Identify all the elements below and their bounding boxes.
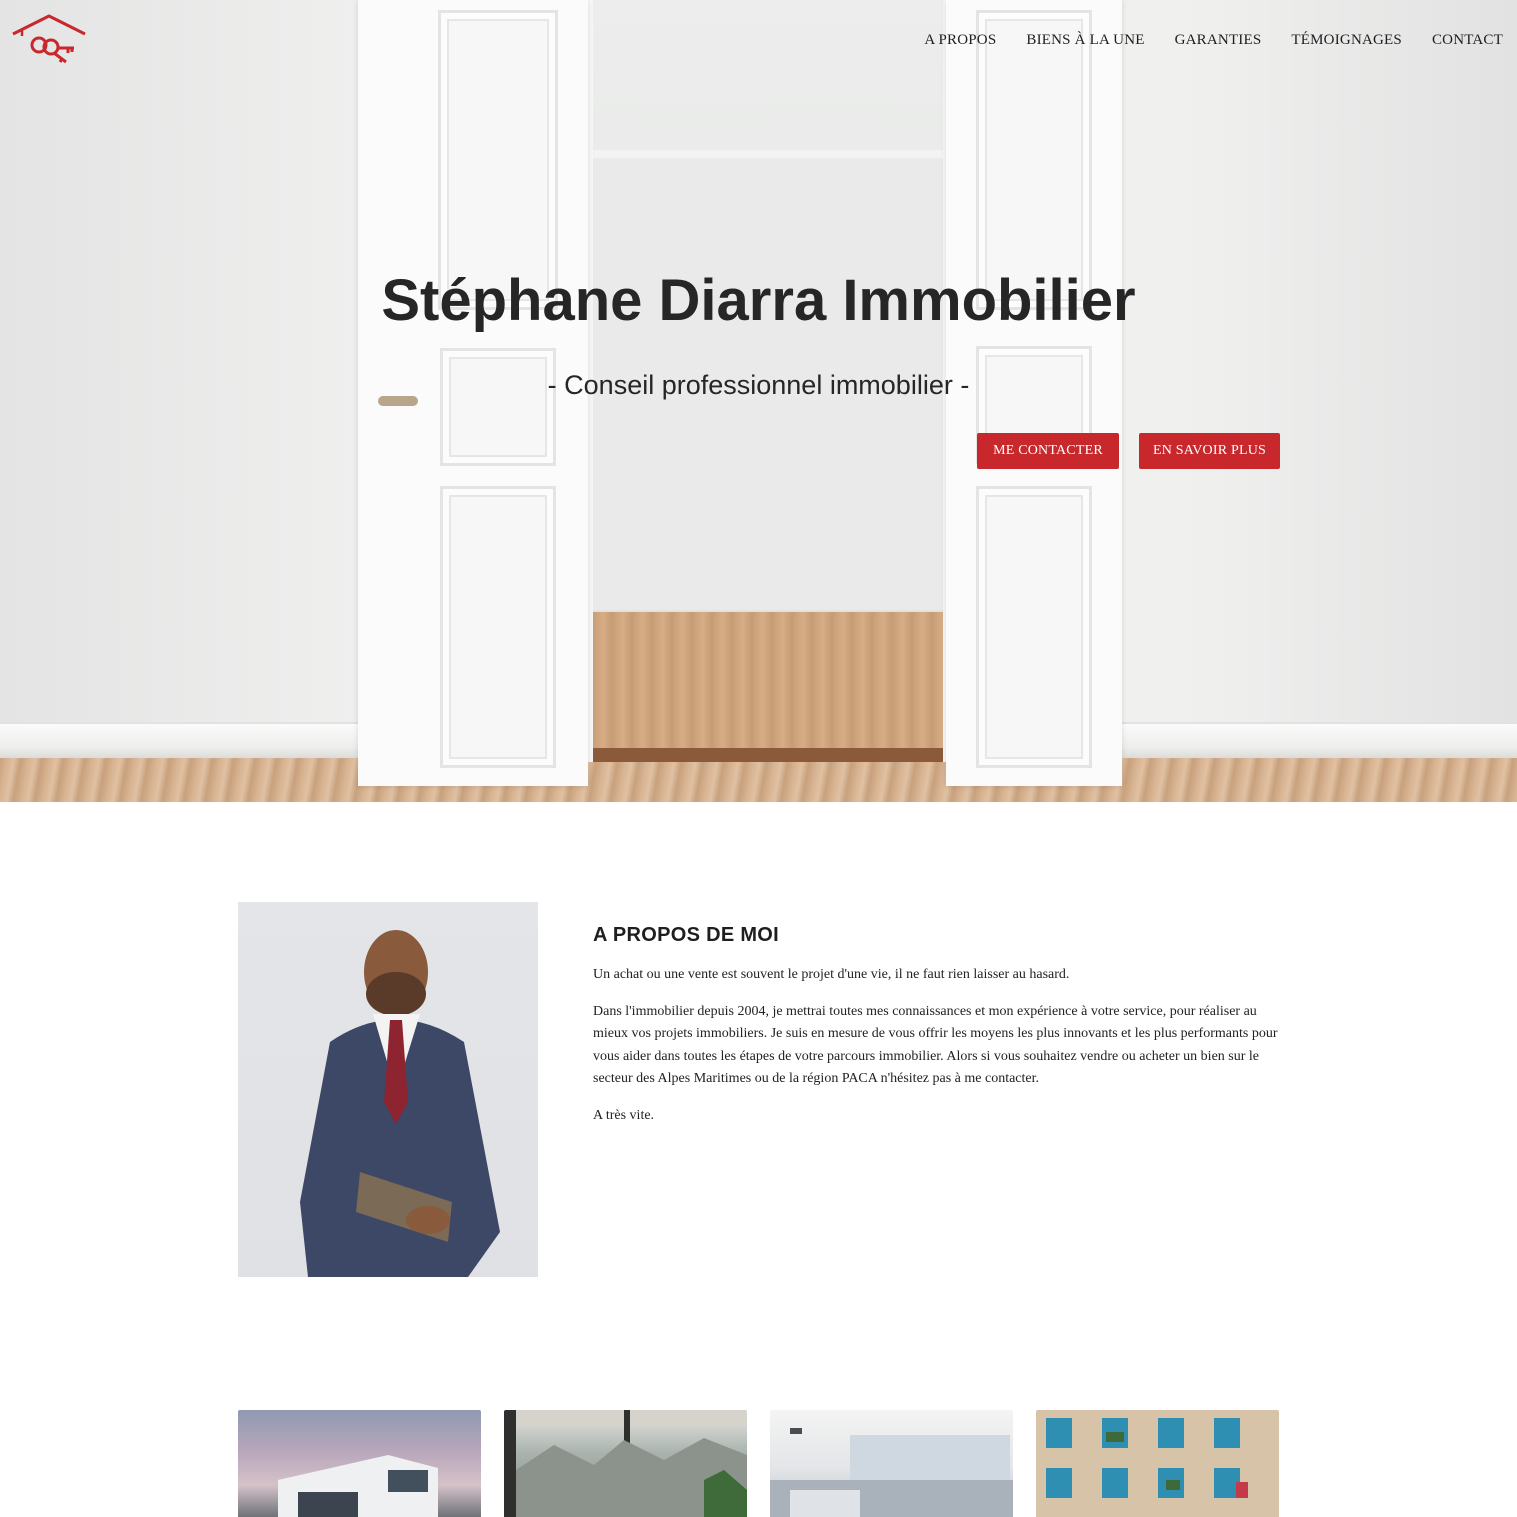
house-key-icon [12,14,86,64]
door-panel [976,486,1092,768]
hero-title: Stéphane Diarra Immobilier [381,268,1136,333]
about-paragraph: Un achat ou une vente est souvent le pro… [593,967,1070,982]
door-panel [440,486,556,768]
nav-item-garanties[interactable]: GARANTIES [1175,30,1262,50]
door-panel [440,348,556,466]
doorway-threshold [593,748,943,762]
property-card-image[interactable] [504,1410,747,1517]
nav-item-biens[interactable]: BIENS À LA UNE [1026,30,1144,50]
about-paragraph: A très vite. [593,1107,655,1123]
portrait-illustration [300,930,500,1277]
about-paragraph: Dans l'immobilier depuis 2004, je mettra… [593,1003,1278,1087]
main-nav: A PROPOS BIENS À LA UNE GARANTIES TÉMOIG… [924,30,1503,50]
hero-floor [0,758,1517,802]
apartment-building-image [1046,1418,1248,1498]
modern-house-image [278,1455,438,1517]
nav-item-contact[interactable]: CONTACT [1432,30,1503,50]
contact-me-button[interactable]: ME CONTACTER [977,433,1119,469]
nav-item-temoignages[interactable]: TÉMOIGNAGES [1291,30,1402,50]
learn-more-button[interactable]: EN SAVOIR PLUS [1139,433,1280,469]
doorway-inner-floor [593,612,943,762]
nav-item-a-propos[interactable]: A PROPOS [924,30,996,50]
property-card-image[interactable] [770,1410,1013,1517]
property-card-image[interactable] [238,1410,481,1517]
hero-subtitle: - Conseil professionnel immobilier - [547,370,970,400]
hero-section: Stéphane Diarra Immobilier - Conseil pro… [0,0,1517,802]
portrait-photo [238,902,538,1277]
about-text: Un achat ou une vente est souvent le pro… [593,964,1283,1142]
mountain-view-image [504,1410,747,1517]
property-card-image[interactable] [1036,1410,1279,1517]
about-title: A PROPOS DE MOI [593,924,780,946]
living-room-image [770,1428,1013,1517]
house-key-logo[interactable] [10,12,88,68]
